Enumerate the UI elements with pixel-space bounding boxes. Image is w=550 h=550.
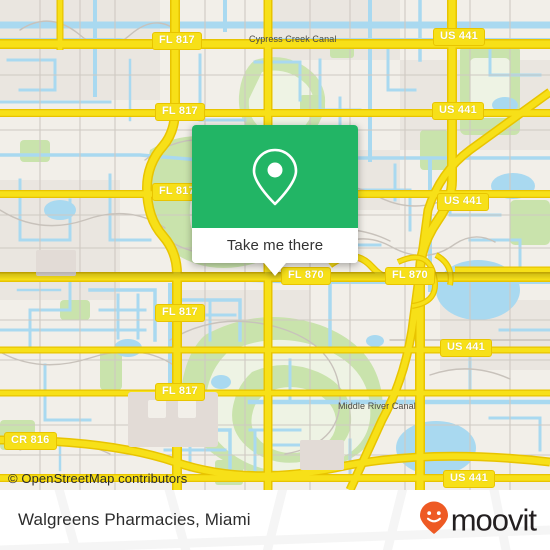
popup-header [192,125,358,228]
take-me-there-label: Take me there [226,237,324,254]
water-label-middle-river-canal: Middle River Canal [338,401,416,411]
water-label-cypress-creek-canal: Cypress Creek Canal [249,34,337,44]
map-viewport[interactable]: FL 817 US 441 FL 817 US 441 FL 817 US 44… [0,0,550,490]
road-shield-us-441[interactable]: US 441 [437,193,489,211]
moovit-logo[interactable]: moovit [419,501,537,540]
road-shield-fl-817[interactable]: FL 817 [155,383,205,401]
moovit-pin-smiley-icon [419,501,449,540]
road-shield-fl-817[interactable]: FL 817 [152,32,202,50]
location-popup-card[interactable]: Take me there [192,125,358,276]
osm-attribution[interactable]: © OpenStreetMap contributors [8,471,187,486]
page-title: Walgreens Pharmacies, Miami [18,510,251,529]
road-shield-us-441[interactable]: US 441 [432,102,484,120]
road-shield-fl-817[interactable]: FL 817 [155,103,205,121]
moovit-map-screenshot: FL 817 US 441 FL 817 US 441 FL 817 US 44… [0,0,550,550]
road-shield-us-441[interactable]: US 441 [440,339,492,357]
road-shield-us-441[interactable]: US 441 [433,28,485,46]
footer-bar: Walgreens Pharmacies, Miami moovit [0,490,550,550]
road-shield-fl-870[interactable]: FL 870 [385,267,435,285]
road-shield-fl-870[interactable]: FL 870 [281,267,331,285]
moovit-wordmark: moovit [450,502,537,538]
road-shield-us-441[interactable]: US 441 [443,470,495,488]
take-me-there-button[interactable]: Take me there [192,228,358,263]
road-shield-fl-817[interactable]: FL 817 [155,304,205,322]
map-pin-icon [250,146,300,208]
road-shield-cr-816[interactable]: CR 816 [4,432,57,450]
popup-pointer [264,263,286,276]
